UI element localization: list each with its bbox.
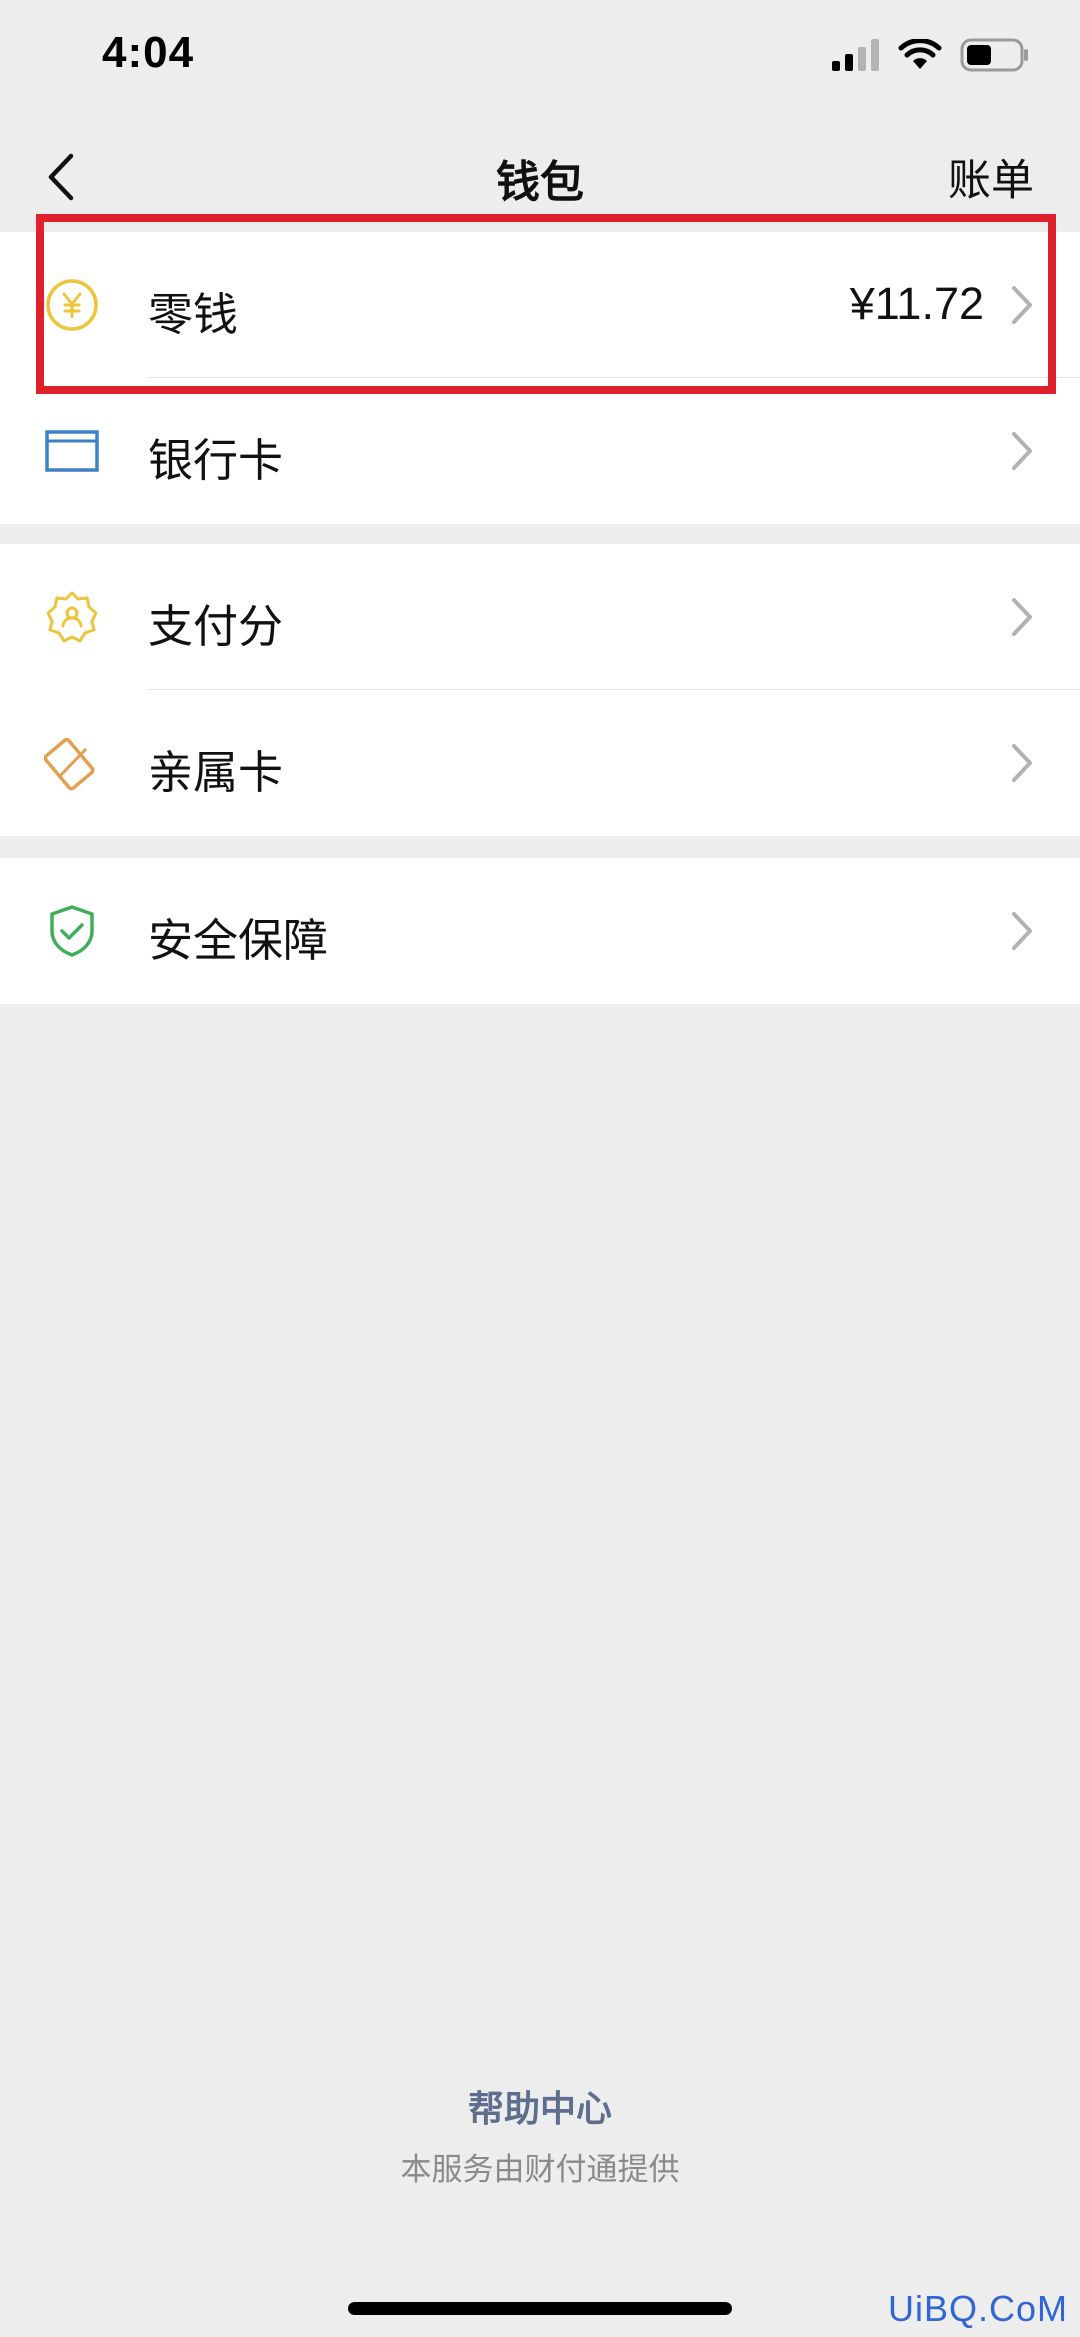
balance-value: ¥11.72 — [849, 278, 984, 329]
list-item-label: 安全保障 — [148, 914, 329, 967]
list-item-label: 支付分 — [148, 600, 284, 653]
status-time: 4:04 — [102, 28, 195, 77]
wifi-icon — [898, 39, 942, 69]
signal-icon — [832, 39, 879, 71]
chevron-right-icon — [1012, 598, 1032, 636]
list-item-label: 银行卡 — [148, 434, 284, 487]
wallet-group-balance: 零钱 ¥11.72 银行卡 — [0, 232, 1080, 524]
list-item-family-card[interactable]: 亲属卡 — [0, 690, 1080, 836]
page-title: 钱包 — [496, 157, 584, 208]
chevron-right-icon — [1012, 432, 1032, 470]
wallet-group-services: 支付分 亲属卡 — [0, 544, 1080, 836]
battery-icon — [960, 38, 1028, 72]
list-item-label: 亲属卡 — [148, 746, 284, 799]
home-indicator[interactable] — [348, 2302, 732, 2315]
list-item-security[interactable]: 安全保障 — [0, 858, 1080, 1004]
list-item-change[interactable]: 零钱 ¥11.72 — [0, 232, 1080, 378]
watermark: UiBQ.CoM — [887, 2288, 1068, 2329]
shield-check-icon — [44, 903, 100, 959]
family-card-icon — [44, 735, 100, 791]
yuan-coin-icon — [44, 277, 100, 333]
chevron-right-icon — [1012, 744, 1032, 782]
chevron-right-icon — [1012, 912, 1032, 950]
bill-button[interactable]: 账单 — [948, 146, 1034, 208]
help-center-link[interactable]: 帮助中心 — [0, 2080, 1080, 2132]
list-item-label: 零钱 — [148, 288, 239, 341]
provider-note: 本服务由财付通提供 — [400, 2152, 680, 2188]
status-icons — [832, 38, 1030, 72]
list-item-bank-card[interactable]: 银行卡 — [0, 378, 1080, 524]
list-item-pay-score[interactable]: 支付分 — [0, 544, 1080, 690]
wallet-group-security: 安全保障 — [0, 858, 1080, 1004]
bank-card-icon — [44, 423, 100, 479]
chevron-right-icon — [1012, 286, 1032, 324]
nav-bar: 钱包 账单 — [0, 120, 1080, 230]
status-bar: 4:04 — [0, 0, 1080, 120]
pay-score-badge-icon — [44, 589, 100, 645]
